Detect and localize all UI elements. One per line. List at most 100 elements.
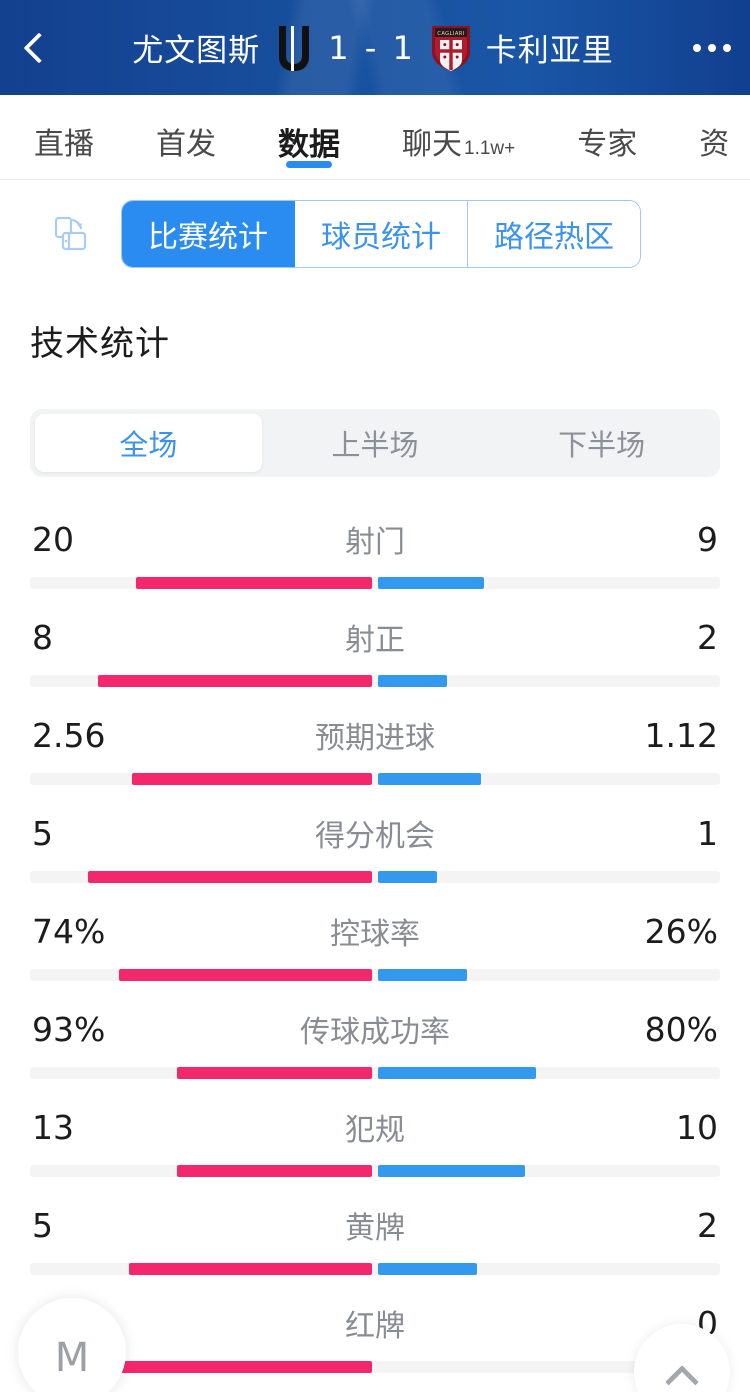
tab-lineup[interactable]: 首发: [156, 95, 216, 179]
home-stat-value: 13: [32, 1107, 74, 1147]
more-dot: [693, 43, 701, 52]
stat-label: 红牌: [345, 1310, 405, 1343]
stat-bar-track: [30, 773, 720, 785]
tab-chat-count: 1.1w+: [464, 137, 516, 159]
chevron-up-icon: [665, 1365, 699, 1392]
stat-row-header: 2.56 预期进球 1.12: [30, 713, 720, 773]
away-stat-value: 1: [697, 813, 718, 853]
away-stat-bar: [378, 871, 437, 883]
stat-row: 5 黄牌 2: [30, 1177, 720, 1275]
away-stat-bar: [378, 1067, 536, 1079]
stat-label: 犯规: [345, 1114, 405, 1147]
away-stat-bar: [378, 773, 481, 785]
tab-chat[interactable]: 聊天 1.1w+: [402, 95, 516, 179]
home-team-name: 尤文图斯: [132, 33, 261, 68]
stat-label: 得分机会: [315, 820, 435, 853]
segment-label: 球员统计: [321, 221, 441, 254]
home-stat-value: 5: [32, 1205, 53, 1245]
stat-label: 控球率: [330, 918, 420, 951]
stat-row: 1红牌0: [30, 1275, 720, 1373]
stat-row-header: 20 射门 9: [30, 517, 720, 577]
svg-text:CAGLIARI: CAGLIARI: [437, 31, 464, 37]
half-selector: 全场 上半场 下半场: [30, 409, 720, 477]
stat-bar-track: [30, 577, 720, 589]
away-stat-value: 2: [697, 617, 718, 657]
tab-news-partial[interactable]: 资: [699, 95, 729, 179]
stat-label: 射门: [345, 526, 405, 559]
away-stat-bar: [378, 1263, 478, 1275]
home-stat-bar: [98, 675, 372, 687]
away-stat-value: 10: [676, 1107, 718, 1147]
stat-label: 射正: [345, 624, 405, 657]
away-stat-bar: [378, 577, 485, 589]
home-stat-bar: [176, 1165, 372, 1177]
match-stats-screen: 尤文图斯 1 - 1 CAGLIARI 卡利亚里 直播 首发 数据 聊天 1.1…: [0, 0, 750, 1392]
stat-row: 13 犯规 10: [30, 1079, 720, 1177]
away-stat-value: 1.12: [644, 715, 718, 755]
home-stat-bar: [118, 969, 372, 981]
tab-label: 数据: [278, 126, 340, 162]
stat-row: 20 射门 9: [30, 491, 720, 589]
stat-row-header: 8 射正 2: [30, 615, 720, 675]
stat-row: 74% 控球率 26%: [30, 883, 720, 981]
stat-bar-track: [30, 1165, 720, 1177]
stat-label: 预期进球: [315, 722, 435, 755]
more-options-icon[interactable]: [674, 0, 750, 95]
section-title: 技术统计: [30, 325, 170, 363]
half-label: 下半场: [558, 430, 646, 462]
home-stat-bar: [176, 1067, 372, 1079]
match-score-header[interactable]: 尤文图斯 1 - 1 CAGLIARI 卡利亚里: [72, 23, 674, 73]
home-stat-bar: [135, 577, 372, 589]
half-option-full[interactable]: 全场: [35, 414, 262, 472]
away-stat-bar: [378, 1165, 526, 1177]
home-stat-value: 93%: [32, 1009, 106, 1049]
tab-label: 专家: [577, 127, 638, 161]
away-stat-value: 2: [697, 1205, 718, 1245]
tab-experts[interactable]: 专家: [577, 95, 638, 179]
screen-rotate-icon[interactable]: [48, 211, 94, 257]
away-stat-value: 26%: [644, 911, 718, 951]
stat-row-header: 13 犯规 10: [30, 1105, 720, 1165]
away-stat-value: 9: [697, 519, 718, 559]
stat-row: 8 射正 2: [30, 589, 720, 687]
more-dot: [708, 43, 716, 52]
stat-row-header: 1红牌0: [30, 1301, 720, 1361]
segment-player-stats[interactable]: 球员统计: [295, 201, 468, 267]
half-label: 全场: [119, 430, 178, 462]
tab-data[interactable]: 数据: [278, 95, 340, 179]
segment-label: 路径热区: [494, 221, 614, 254]
home-stat-value: 8: [32, 617, 53, 657]
back-chevron-icon: [23, 31, 55, 64]
more-dot: [723, 43, 731, 52]
stat-row: 5 得分机会 1: [30, 785, 720, 883]
stat-row: 93% 传球成功率 80%: [30, 981, 720, 1079]
half-option-second[interactable]: 下半场: [488, 414, 715, 472]
home-stat-bar: [129, 1263, 372, 1275]
home-stat-value: 74%: [32, 911, 106, 951]
half-option-first[interactable]: 上半场: [262, 414, 489, 472]
tab-label: 首发: [156, 127, 216, 161]
segment-heatmap[interactable]: 路径热区: [468, 201, 640, 267]
back-button[interactable]: [0, 0, 72, 95]
segment-match-stats[interactable]: 比赛统计: [122, 201, 295, 267]
cagliari-crest-logo: CAGLIARI: [429, 23, 473, 73]
stats-list: 20 射门 9 8 射正 2 2.56 预期进球 1.12 5 得分机会 1 74% 控球率 26% 93% 传…: [0, 491, 750, 1373]
tab-label: 直播: [34, 127, 94, 161]
stat-label: 传球成功率: [300, 1016, 450, 1049]
stat-bar-track: [30, 1263, 720, 1275]
stat-row-header: 74% 控球率 26%: [30, 909, 720, 969]
score-value: 1 - 1: [328, 28, 416, 67]
away-stat-bar: [378, 969, 468, 981]
stats-mode-row: 比赛统计 球员统计 路径热区: [0, 180, 750, 288]
stat-bar-track: [30, 1361, 720, 1373]
avatar-fab-glyph: M: [54, 1335, 90, 1381]
stat-bar-track: [30, 871, 720, 883]
active-tab-indicator: [286, 160, 332, 168]
stats-mode-segmented-control: 比赛统计 球员统计 路径热区: [121, 200, 641, 268]
home-stat-bar: [132, 773, 372, 785]
home-stat-value: 20: [32, 519, 74, 559]
tab-live[interactable]: 直播: [34, 95, 94, 179]
stat-bar-track: [30, 969, 720, 981]
stat-row-header: 5 黄牌 2: [30, 1203, 720, 1263]
stat-row-header: 93% 传球成功率 80%: [30, 1007, 720, 1067]
